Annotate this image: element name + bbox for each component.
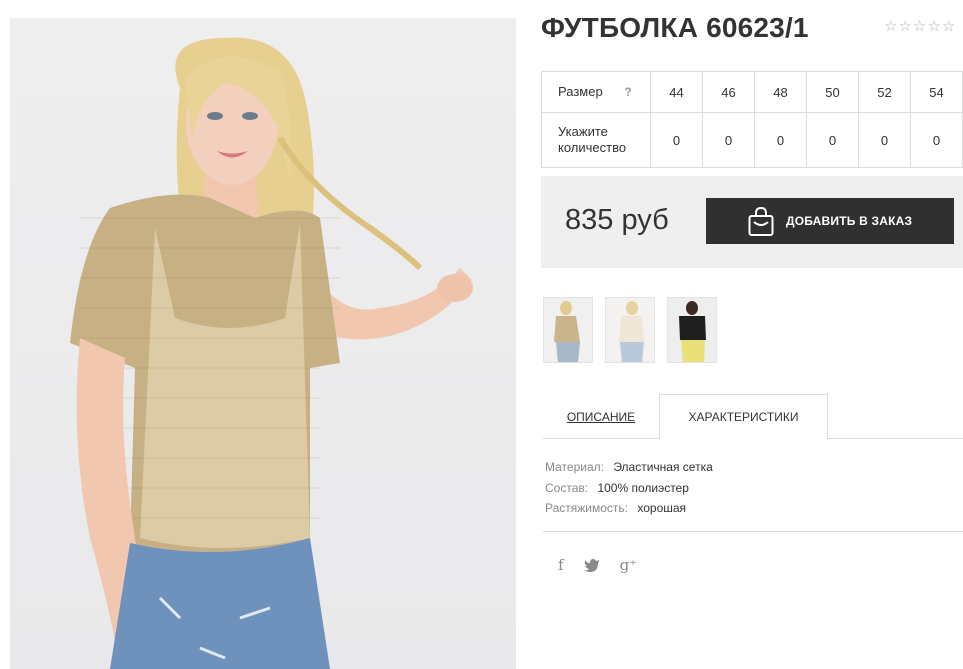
- thumbnail-beige[interactable]: [543, 297, 593, 363]
- spec-value: 100% полиэстер: [597, 480, 689, 495]
- add-to-order-button[interactable]: ДОБАВИТЬ В ЗАКАЗ: [706, 198, 954, 244]
- size-cell: 48: [754, 71, 807, 113]
- size-cell: 50: [806, 71, 859, 113]
- quantity-input[interactable]: 0: [702, 112, 755, 168]
- google-plus-icon[interactable]: g⁺: [620, 556, 638, 574]
- thumbnail-image: [668, 298, 716, 362]
- thumbnail-image: [544, 298, 592, 362]
- size-cell: 54: [910, 71, 963, 113]
- add-to-order-label: ДОБАВИТЬ В ЗАКАЗ: [786, 214, 913, 228]
- product-photo-illustration: [70, 37, 473, 669]
- tab-description[interactable]: ОПИСАНИЕ: [543, 394, 659, 439]
- size-help-icon[interactable]: ?: [624, 85, 631, 99]
- thumbnail-black[interactable]: [667, 297, 717, 363]
- spec-key: Состав:: [545, 480, 589, 495]
- facebook-icon[interactable]: f: [558, 556, 564, 574]
- quantity-label-line2: количество: [558, 140, 627, 155]
- quantity-label-line1: Укажите: [558, 124, 608, 139]
- buy-box: 835 руб ДОБАВИТЬ В ЗАКАЗ: [541, 176, 963, 268]
- quantity-input[interactable]: 0: [754, 112, 807, 168]
- product-tabs: ОПИСАНИЕ ХАРАКТЕРИСТИКИ: [543, 394, 963, 440]
- thumbnail-white[interactable]: [605, 297, 655, 363]
- divider: [543, 531, 963, 532]
- tab-characteristics[interactable]: ХАРАКТЕРИСТИКИ: [659, 394, 828, 440]
- spec-value: Эластичная сетка: [613, 460, 713, 474]
- quantity-label-cell: Укажите количество: [541, 112, 651, 168]
- spec-composition: Состав: 100% полиэстер: [545, 478, 713, 499]
- quantity-input[interactable]: 0: [650, 112, 703, 168]
- spec-value: хорошая: [637, 501, 687, 515]
- product-details: ФУТБОЛКА 60623/1 ☆ ☆ ☆ ☆ ☆ Размер ? 44 4…: [541, 0, 963, 669]
- spec-key: Материал:: [545, 460, 604, 474]
- twitter-icon[interactable]: [583, 558, 600, 572]
- star-icon[interactable]: ☆: [913, 17, 926, 37]
- quantity-row: Укажите количество 0 0 0 0 0 0: [541, 112, 963, 168]
- quantity-input[interactable]: 0: [910, 112, 963, 168]
- star-icon[interactable]: ☆: [927, 17, 940, 37]
- size-cell: 44: [650, 71, 703, 113]
- size-quantity-table: Размер ? 44 46 48 50 52 54 Укажите колич…: [541, 71, 963, 168]
- size-label: Размер: [558, 84, 603, 99]
- shopping-bag-icon: [748, 207, 774, 236]
- product-main-image[interactable]: [10, 18, 516, 669]
- size-cell: 46: [702, 71, 755, 113]
- product-title: ФУТБОЛКА 60623/1: [541, 12, 809, 43]
- size-cell: 52: [858, 71, 911, 113]
- quantity-input[interactable]: 0: [806, 112, 859, 168]
- specs-list: Материал: Эластичная сетка Состав: 100% …: [545, 457, 713, 519]
- spec-key: Растяжимость:: [545, 501, 629, 515]
- star-icon[interactable]: ☆: [884, 17, 897, 37]
- quantity-input[interactable]: 0: [858, 112, 911, 168]
- price: 835 руб: [565, 204, 669, 236]
- social-share: f g⁺: [558, 556, 637, 574]
- spec-material: Материал: Эластичная сетка: [545, 457, 713, 478]
- thumbnail-gallery: [543, 297, 717, 363]
- rating-stars[interactable]: ☆ ☆ ☆ ☆ ☆: [884, 17, 955, 37]
- star-icon[interactable]: ☆: [942, 17, 955, 37]
- star-icon[interactable]: ☆: [898, 17, 911, 37]
- size-row: Размер ? 44 46 48 50 52 54: [541, 71, 963, 113]
- spec-stretch: Растяжимость: хорошая: [545, 498, 713, 519]
- size-label-cell: Размер ?: [541, 71, 651, 113]
- thumbnail-image: [606, 298, 654, 362]
